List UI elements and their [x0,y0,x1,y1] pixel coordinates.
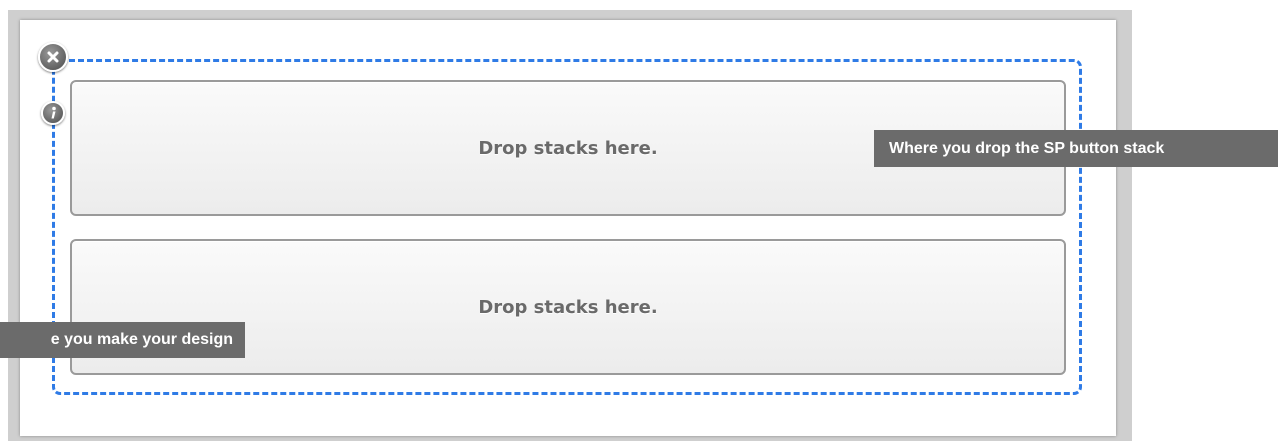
close-icon[interactable] [38,42,68,72]
info-glyph [51,106,56,119]
drop-zone-label: Drop stacks here. [478,296,658,318]
close-glyph [47,51,59,63]
info-icon[interactable] [41,101,65,125]
drop-zone-label: Drop stacks here. [478,137,658,159]
callout-drop-button-stack: Where you drop the SP button stack [874,130,1278,167]
callout-make-design: e you make your design [0,322,245,358]
